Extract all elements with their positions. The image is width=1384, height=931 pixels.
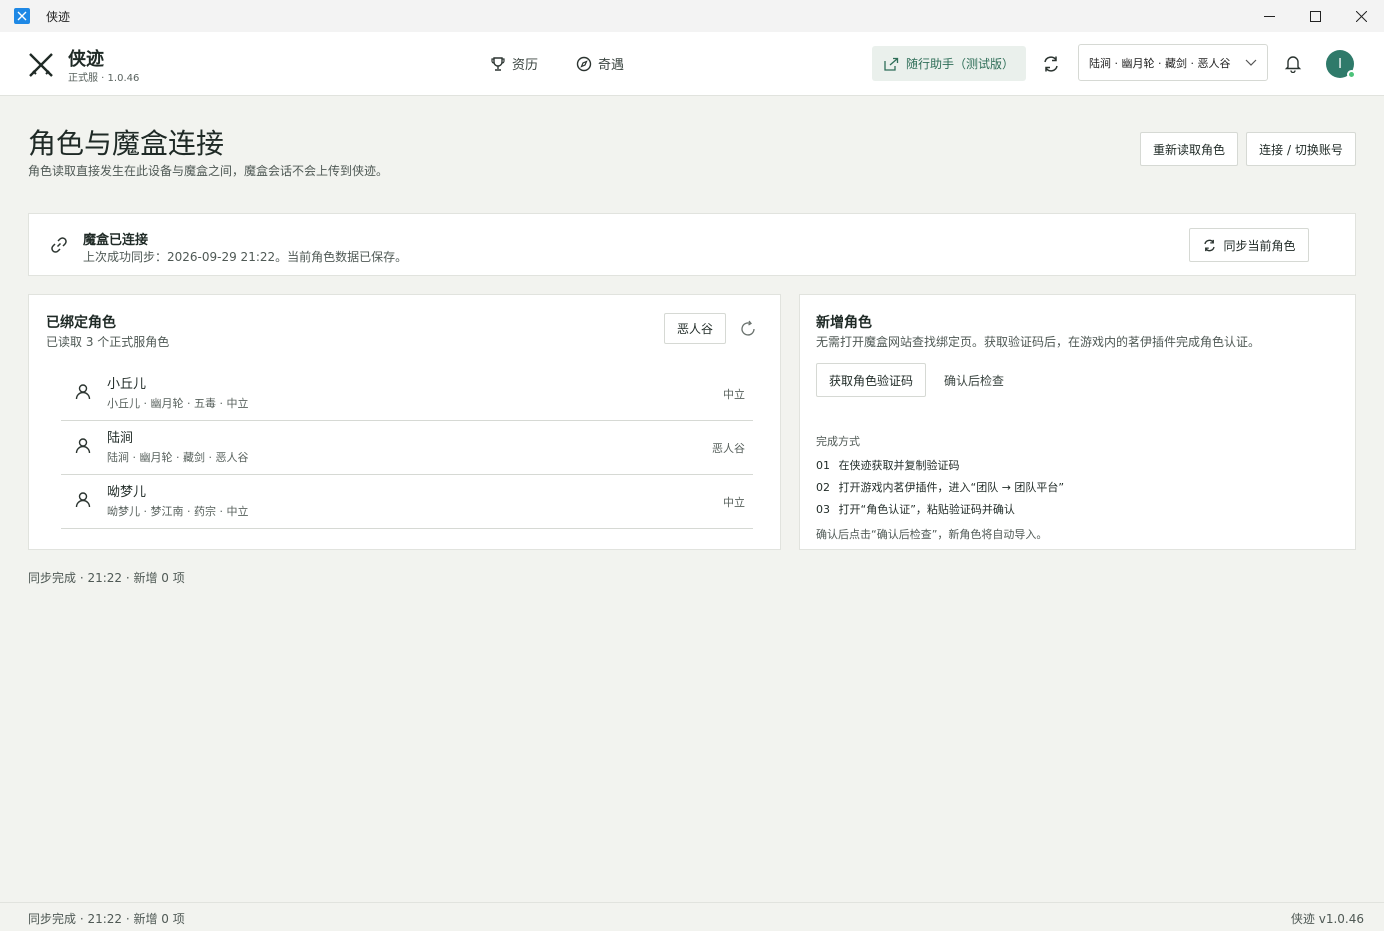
avatar-initial: I [1338, 56, 1342, 72]
character-meta: 呦梦儿 · 梦江南 · 药宗 · 中立 [107, 505, 249, 518]
switch-account-button[interactable]: 连接 / 切换账号 [1246, 132, 1356, 166]
connection-subtitle: 上次成功同步：2026-09-29 21:22。当前角色数据已保存。 [83, 250, 408, 264]
status-bar-sync: 同步完成 · 21:22 · 新增 0 项 [28, 912, 185, 926]
step-text: 在侠迹获取并复制验证码 [838, 459, 960, 472]
minimize-icon[interactable] [1246, 0, 1292, 32]
character-camp: 中立 [723, 496, 745, 509]
assistant-label: 随行助手（测试版） [906, 57, 1015, 71]
status-bar: 同步完成 · 21:22 · 新增 0 项 侠迹 v1.0.46 [0, 902, 1384, 931]
close-icon[interactable] [1338, 0, 1384, 32]
character-row[interactable]: 小丘儿 小丘儿 · 幽月轮 · 五毒 · 中立 中立 [61, 367, 753, 421]
trophy-icon [491, 56, 505, 71]
camp-filter-button[interactable]: 恶人谷 [664, 313, 726, 344]
connection-panel: 魔盒已连接 上次成功同步：2026-09-29 21:22。当前角色数据已保存。… [28, 213, 1356, 276]
character-name: 小丘儿 [107, 377, 147, 392]
step-item: 03 打开“角色认证”，粘贴验证码并确认 [816, 504, 1064, 526]
steps-note: 确认后点击“确认后检查”，新角色将自动导入。 [816, 528, 1048, 541]
new-role-title: 新增角色 [816, 315, 872, 331]
nav-label: 资历 [512, 58, 539, 73]
bound-roles-subtitle: 已读取 3 个正式服角色 [46, 335, 170, 349]
sync-current-role-label: 同步当前角色 [1223, 238, 1296, 253]
crossed-swords-logo [29, 53, 53, 77]
window-titlebar: 侠迹 [0, 0, 1384, 32]
page-title: 角色与魔盒连接 [28, 127, 225, 160]
get-verification-code-button[interactable]: 获取角色验证码 [816, 363, 926, 397]
refresh-icon[interactable] [1041, 54, 1061, 74]
chevron-down-icon [1245, 59, 1257, 66]
role-selector[interactable]: 陆涧 · 幽月轮 · 藏剑 · 恶人谷 [1078, 44, 1268, 81]
character-list: 小丘儿 小丘儿 · 幽月轮 · 五毒 · 中立 中立 陆涧 陆涧 · 幽月轮 ·… [61, 367, 753, 529]
assistant-button[interactable]: 随行助手（测试版） [872, 46, 1026, 81]
character-camp: 中立 [723, 388, 745, 401]
avatar[interactable]: I [1326, 50, 1356, 79]
app-header: 侠迹 正式服 · 1.0.46 资历 奇遇 随行助手（测试版） 陆涧 · 幽月轮… [0, 32, 1384, 96]
reload-roles-button[interactable]: 重新读取角色 [1140, 132, 1238, 166]
user-icon [75, 492, 91, 508]
character-camp: 恶人谷 [712, 442, 745, 455]
check-after-confirm-button[interactable]: 确认后检查 [944, 372, 1004, 389]
completion-steps: 完成方式 01 在侠迹获取并复制验证码 02 打开游戏内茗伊插件，进入“团队 →… [816, 433, 1064, 542]
nav-item-record[interactable]: 资历 [490, 54, 538, 73]
character-name: 呦梦儿 [107, 485, 147, 500]
bell-icon[interactable] [1284, 54, 1302, 73]
nav-item-adventure[interactable]: 奇遇 [576, 54, 624, 73]
page-subtitle: 角色读取直接发生在此设备与魔盒之间，魔盒会话不会上传到侠迹。 [28, 164, 389, 178]
bound-roles-title: 已绑定角色 [46, 315, 116, 331]
step-text: 打开“角色认证”，粘贴验证码并确认 [838, 503, 1015, 516]
new-role-subtitle: 无需打开魔盒网站查找绑定页。获取验证码后，在游戏内的茗伊插件完成角色认证。 [816, 335, 1261, 349]
online-status-dot [1347, 70, 1356, 79]
sync-current-role-button[interactable]: 同步当前角色 [1189, 228, 1309, 262]
reload-icon[interactable] [739, 320, 757, 338]
step-item: 01 在侠迹获取并复制验证码 [816, 460, 1064, 482]
sync-status-text: 同步完成 · 21:22 · 新增 0 项 [28, 571, 185, 585]
nav-label: 奇遇 [598, 58, 625, 73]
character-meta: 小丘儿 · 幽月轮 · 五毒 · 中立 [107, 397, 249, 410]
step-number: 01 [816, 459, 830, 472]
character-name: 陆涧 [107, 431, 134, 446]
bound-roles-card: 已绑定角色 已读取 3 个正式服角色 恶人谷 小丘儿 小丘儿 · 幽月轮 · 五… [28, 294, 781, 550]
step-number: 03 [816, 503, 830, 516]
compass-icon [576, 56, 592, 71]
step-number: 02 [816, 481, 830, 494]
brand-version: 正式服 · 1.0.46 [68, 73, 140, 84]
link-icon [51, 237, 67, 253]
maximize-icon[interactable] [1292, 0, 1338, 32]
user-icon [75, 438, 91, 454]
window-title: 侠迹 [46, 9, 71, 24]
character-row[interactable]: 陆涧 陆涧 · 幽月轮 · 藏剑 · 恶人谷 恶人谷 [61, 421, 753, 475]
app-icon [14, 8, 30, 24]
new-role-card: 新增角色 无需打开魔盒网站查找绑定页。获取验证码后，在游戏内的茗伊插件完成角色认… [799, 294, 1356, 550]
connection-title: 魔盒已连接 [83, 233, 149, 248]
character-meta: 陆涧 · 幽月轮 · 藏剑 · 恶人谷 [107, 451, 249, 464]
steps-label: 完成方式 [816, 435, 860, 448]
status-bar-version: 侠迹 v1.0.46 [1290, 912, 1364, 926]
window-controls [1246, 0, 1384, 32]
user-icon [75, 384, 91, 400]
brand-name: 侠迹 [68, 49, 104, 70]
external-link-icon [884, 57, 899, 71]
character-row[interactable]: 呦梦儿 呦梦儿 · 梦江南 · 药宗 · 中立 中立 [61, 475, 753, 529]
refresh-icon [1204, 239, 1216, 251]
role-selected-label: 陆涧 · 幽月轮 · 藏剑 · 恶人谷 [1089, 56, 1231, 70]
step-item: 02 打开游戏内茗伊插件，进入“团队 → 团队平台” [816, 482, 1064, 504]
step-text: 打开游戏内茗伊插件，进入“团队 → 团队平台” [838, 481, 1065, 494]
